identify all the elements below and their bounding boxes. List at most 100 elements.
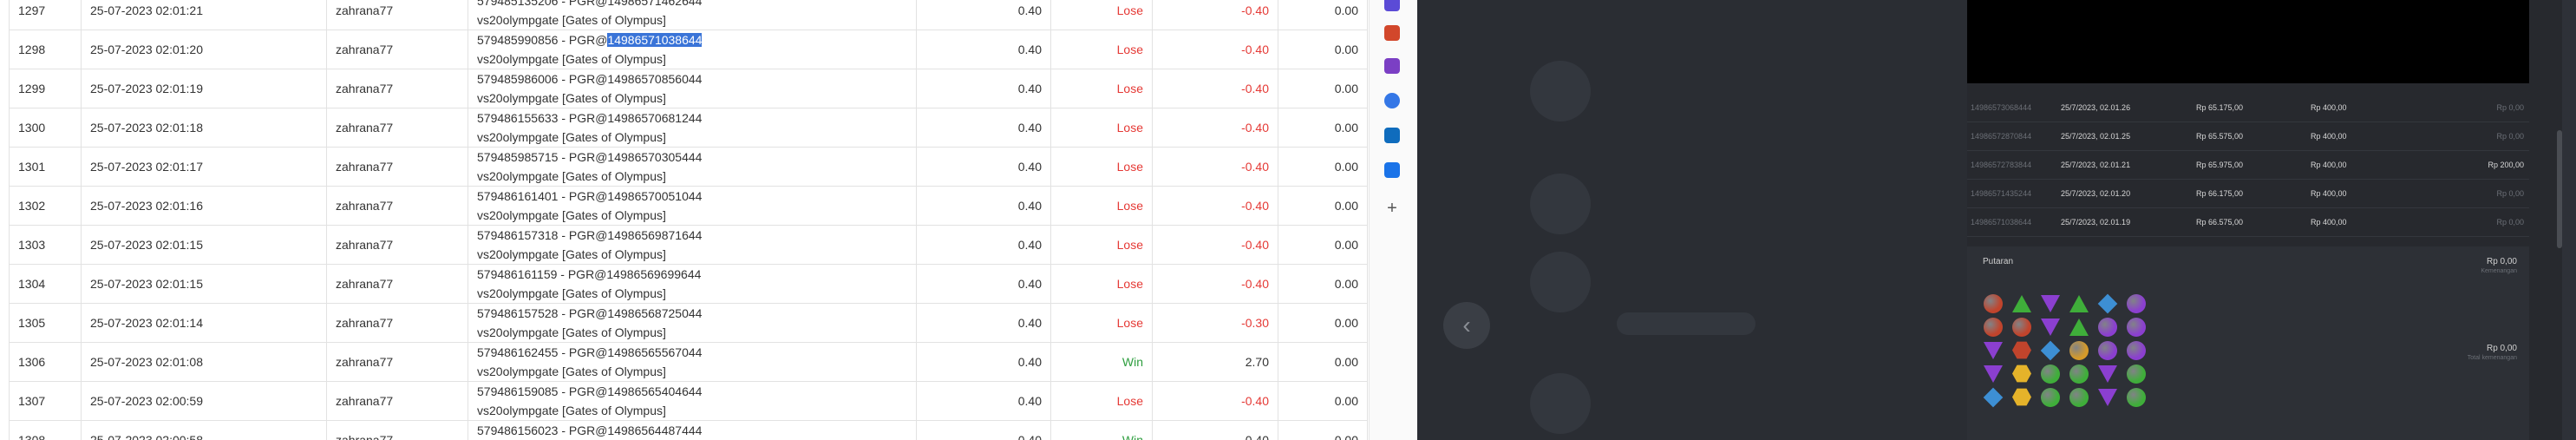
row-username: zahrana77 [336, 355, 394, 369]
row-net: -0.40 [1241, 277, 1269, 291]
tx-game: vs20olympgate [Gates of Olympus] [477, 325, 666, 339]
row-number: 1308 [18, 433, 46, 440]
round-balance: Rp 400,00 [2311, 189, 2347, 198]
row-result: Win [1121, 355, 1143, 369]
row-username: zahrana77 [336, 82, 394, 95]
tx-game: vs20olympgate [Gates of Olympus] [477, 52, 666, 66]
row-net: -0.40 [1241, 199, 1269, 213]
outlook-icon[interactable] [1382, 125, 1402, 146]
table-row: 1298 25-07-2023 02:01:20 zahrana77 57948599… [9, 30, 1368, 69]
symbol-crown [2067, 338, 2091, 362]
extension-icon[interactable] [1382, 0, 1402, 14]
row-datetime: 25-07-2023 02:01:20 [90, 43, 203, 56]
round-datetime: 25/7/2023, 02.01.26 [2061, 103, 2131, 112]
symbol-red-ball [2010, 315, 2034, 338]
tx-id: 579486159085 - PGR@14986565404644 [477, 384, 703, 398]
row-result: Lose [1116, 160, 1143, 174]
symbol-purple-ball [2124, 292, 2148, 315]
row-net: 2.70 [1245, 355, 1269, 369]
tx-id: 579486156023 - PGR@14986564487444 [477, 424, 703, 437]
row-number: 1305 [18, 316, 46, 330]
round-datetime: 25/7/2023, 02.01.19 [2061, 218, 2131, 227]
round-balance: Rp 400,00 [2311, 161, 2347, 169]
browser-sidebar: + [1369, 0, 1418, 440]
people-icon[interactable] [1382, 56, 1402, 76]
table-row: 1305 25-07-2023 02:01:14 zahrana77 57948615… [9, 303, 1368, 343]
round-bet: Rp 65.975,00 [2196, 161, 2244, 169]
round-datetime: 25/7/2023, 02.01.25 [2061, 132, 2131, 141]
history-row[interactable]: 14986573068444 25/7/2023, 02.01.26 Rp 65.1… [1967, 94, 2529, 122]
symbol-green-tri [2067, 315, 2091, 338]
total-win-label: Total kemenangan [2467, 355, 2517, 361]
row-datetime: 25-07-2023 02:00:59 [90, 394, 203, 408]
tx-game: vs20olympgate [Gates of Olympus] [477, 286, 666, 300]
tx-id: 579486155633 - PGR@14986570681244 [477, 111, 703, 125]
tx-game: vs20olympgate [Gates of Olympus] [477, 91, 666, 105]
tx-game: vs20olympgate [Gates of Olympus] [477, 13, 666, 27]
row-username: zahrana77 [336, 199, 394, 213]
tx-game: vs20olympgate [Gates of Olympus] [477, 247, 666, 261]
tx-id-selected[interactable]: 14986571038644 [607, 33, 703, 47]
symbol-blue-dia [1981, 385, 2005, 409]
row-result: Lose [1116, 121, 1143, 135]
symbol-purple-tri-down [2095, 385, 2120, 409]
row-datetime: 25-07-2023 02:00:58 [90, 433, 203, 440]
tx-game: vs20olympgate [Gates of Olympus] [477, 404, 666, 417]
row-datetime: 25-07-2023 02:01:14 [90, 316, 203, 330]
round-win: Rp 0,00 [2496, 218, 2524, 227]
row-number: 1301 [18, 160, 46, 174]
round-win: Rp 200,00 [2488, 161, 2524, 169]
row-net: -0.40 [1241, 394, 1269, 408]
table-row: 1299 25-07-2023 02:01:19 zahrana77 57948598… [9, 69, 1368, 108]
symbol-purple-tri-down [1981, 338, 2005, 362]
row-bet: 0.40 [1017, 3, 1042, 17]
history-row[interactable]: 14986572870844 25/7/2023, 02.01.25 Rp 65.5… [1967, 122, 2529, 151]
symbol-purple-ball [2124, 315, 2148, 338]
round-balance: Rp 400,00 [2311, 132, 2347, 141]
table-row: 1301 25-07-2023 02:01:17 zahrana77 57948598… [9, 147, 1368, 187]
row-bet: 0.40 [1017, 121, 1042, 135]
history-row[interactable]: 14986571435244 25/7/2023, 02.01.20 Rp 66.1… [1967, 180, 2529, 208]
add-icon[interactable]: + [1382, 198, 1402, 219]
row-net: 0.40 [1245, 433, 1269, 440]
history-row[interactable]: 14986572783844 25/7/2023, 02.01.21 Rp 65.9… [1967, 151, 2529, 180]
row-username: zahrana77 [336, 316, 394, 330]
round-id: 14986571038644 [1971, 218, 2032, 227]
row-bet: 0.40 [1017, 433, 1042, 440]
row-balance: 0.00 [1334, 199, 1358, 213]
shield-icon[interactable] [1382, 90, 1402, 111]
previous-arrow-button[interactable]: ‹ [1443, 302, 1490, 349]
row-net: -0.40 [1241, 160, 1269, 174]
tx-game: vs20olympgate [Gates of Olympus] [477, 208, 666, 222]
chevron-left-icon: ‹ [1462, 312, 1471, 338]
tx-game: vs20olympgate [Gates of Olympus] [477, 130, 666, 144]
table-row: 1308 25-07-2023 02:00:58 zahrana77 57948615… [9, 420, 1368, 440]
symbol-green-ball [2124, 362, 2148, 385]
row-bet: 0.40 [1017, 199, 1042, 213]
row-datetime: 25-07-2023 02:01:08 [90, 355, 203, 369]
row-datetime: 25-07-2023 02:01:18 [90, 121, 203, 135]
row-bet: 0.40 [1017, 355, 1042, 369]
symbol-green-ball [2038, 385, 2063, 409]
row-number: 1299 [18, 82, 46, 95]
table-row: 1307 25-07-2023 02:00:59 zahrana77 57948615… [9, 381, 1368, 421]
symbol-green-tri [2067, 292, 2091, 315]
scrollbar[interactable] [2557, 130, 2562, 248]
round-win: Rp 0,00 [2496, 103, 2524, 112]
row-bet: 0.40 [1017, 316, 1042, 330]
row-balance: 0.00 [1334, 316, 1358, 330]
symbol-purple-ball [2124, 338, 2148, 362]
row-result: Lose [1116, 199, 1143, 213]
row-username: zahrana77 [336, 43, 394, 56]
row-result: Lose [1116, 238, 1143, 252]
round-bet: Rp 65.575,00 [2196, 132, 2244, 141]
cart-icon[interactable] [1382, 160, 1402, 181]
row-bet: 0.40 [1017, 394, 1042, 408]
round-detail: Putaran Rp 0,00 Kemenangan Rp 0,00 Total… [1967, 246, 2529, 440]
shop-icon[interactable] [1382, 23, 1402, 43]
row-result: Lose [1116, 82, 1143, 95]
round-id: 14986573068444 [1971, 103, 2032, 112]
history-row[interactable]: 14986571038644 25/7/2023, 02.01.19 Rp 66.5… [1967, 208, 2529, 237]
row-datetime: 25-07-2023 02:01:19 [90, 82, 203, 95]
table-row: 1302 25-07-2023 02:01:16 zahrana77 57948616… [9, 186, 1368, 226]
